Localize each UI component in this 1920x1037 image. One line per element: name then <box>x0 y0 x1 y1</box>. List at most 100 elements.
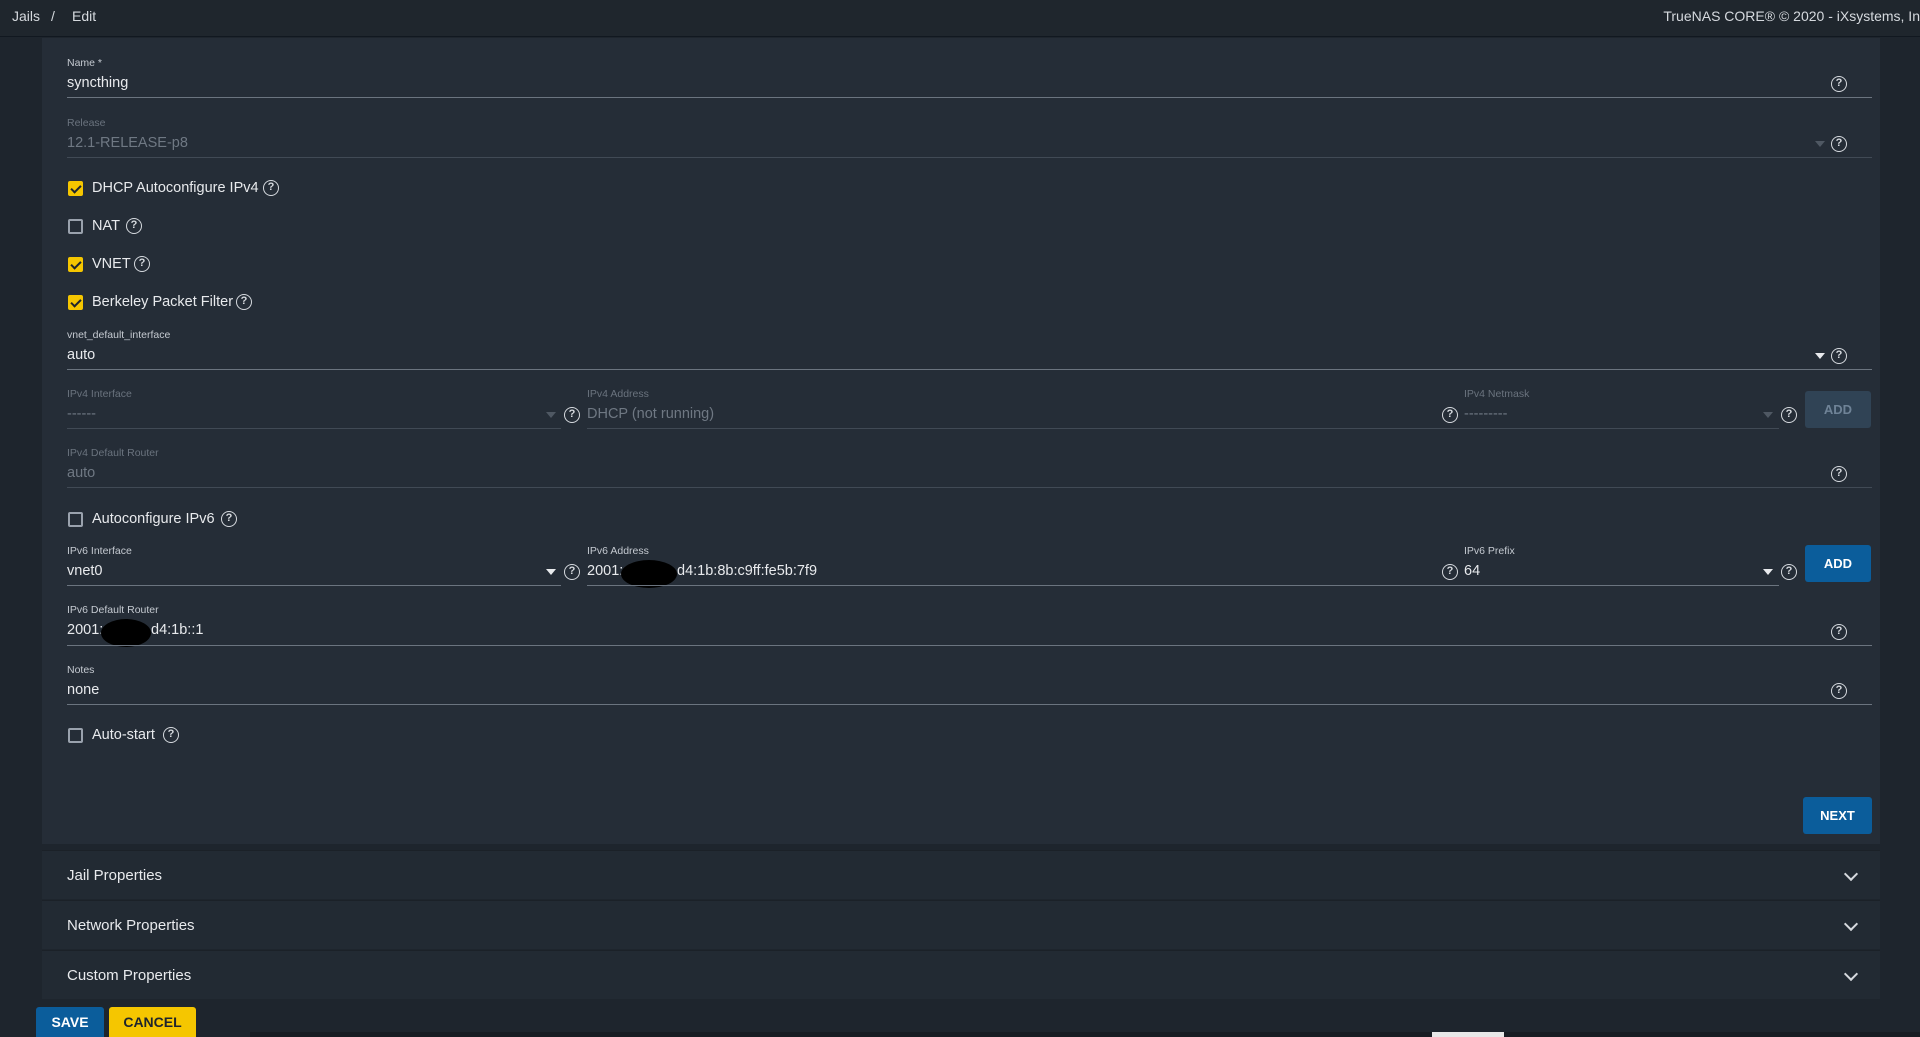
ipv6-prefix-help-icon[interactable]: ? <box>1781 564 1797 580</box>
ipv4-address-label: IPv4 Address <box>587 388 649 400</box>
release-label: Release <box>67 117 106 129</box>
ipv6-default-router-suffix: d4:1b::1 <box>151 622 204 638</box>
nat-checkbox[interactable] <box>68 219 83 234</box>
ipv6-default-router-input[interactable]: 2001: d4:1b::1 <box>67 619 1817 647</box>
ipv6-interface-underline <box>67 585 561 586</box>
ipv6-address-underline <box>587 585 1480 586</box>
ipv4-default-router-help-icon[interactable]: ? <box>1831 466 1847 482</box>
name-input[interactable]: syncthing <box>67 75 128 91</box>
section-title: Jail Properties <box>67 867 163 884</box>
bpf-checkbox[interactable] <box>68 295 83 310</box>
ipv4-netmask-label: IPv4 Netmask <box>1464 388 1530 400</box>
breadcrumb-separator: / <box>51 8 55 24</box>
vnet-label: VNET <box>92 256 131 272</box>
release-select[interactable]: 12.1-RELEASE-p8 <box>67 135 188 151</box>
breadcrumb-jails[interactable]: Jails <box>12 8 40 24</box>
autoconfigure-ipv6-label: Autoconfigure IPv6 <box>92 511 215 527</box>
redaction-mark <box>621 560 677 588</box>
next-button[interactable]: NEXT <box>1803 797 1872 834</box>
ipv6-address-label: IPv6 Address <box>587 545 649 557</box>
section-jail-properties[interactable]: Jail Properties <box>42 850 1880 899</box>
jail-edit-form: Name * syncthing ? Release 12.1-RELEASE-… <box>42 38 1880 844</box>
ipv4-interface-select[interactable]: ------ <box>67 406 96 422</box>
ipv4-address-help-icon[interactable]: ? <box>1442 407 1458 423</box>
ipv6-prefix-caret-down-icon[interactable] <box>1763 569 1773 575</box>
dhcp-checkbox[interactable] <box>68 181 83 196</box>
ipv4-interface-underline <box>67 428 561 429</box>
autoconfigure-ipv6-help-icon[interactable]: ? <box>221 511 237 527</box>
ipv4-netmask-help-icon[interactable]: ? <box>1781 407 1797 423</box>
property-sections: Jail Properties Network Properties Custo… <box>42 850 1880 1000</box>
ipv4-add-button[interactable]: ADD <box>1805 391 1871 428</box>
ipv6-add-button[interactable]: ADD <box>1805 545 1871 582</box>
section-network-properties[interactable]: Network Properties <box>42 900 1880 949</box>
notes-label: Notes <box>67 664 95 676</box>
section-custom-properties[interactable]: Custom Properties <box>42 950 1880 999</box>
copyright-text: TrueNAS CORE® © 2020 - iXsystems, In <box>1663 8 1920 24</box>
dhcp-label: DHCP Autoconfigure IPv4 <box>92 180 259 196</box>
ipv6-interface-help-icon[interactable]: ? <box>564 564 580 580</box>
chevron-down-icon <box>1843 966 1859 982</box>
dhcp-help-icon[interactable]: ? <box>263 180 279 196</box>
ipv4-netmask-select[interactable]: --------- <box>1464 406 1507 422</box>
ipv4-default-router-underline <box>67 487 1872 488</box>
ipv6-address-help-icon[interactable]: ? <box>1442 564 1458 580</box>
chevron-down-icon <box>1843 866 1859 882</box>
ipv4-default-router-label: IPv4 Default Router <box>67 447 159 459</box>
name-help-icon[interactable]: ? <box>1831 76 1847 92</box>
vnet-default-interface-help-icon[interactable]: ? <box>1831 348 1847 364</box>
autostart-help-icon[interactable]: ? <box>163 727 179 743</box>
footer-strip <box>250 1032 1920 1037</box>
section-title: Custom Properties <box>67 967 192 984</box>
bpf-label: Berkeley Packet Filter <box>92 294 234 310</box>
vnet-help-icon[interactable]: ? <box>134 256 150 272</box>
chevron-down-icon <box>1843 916 1859 932</box>
ipv6-prefix-underline <box>1464 585 1779 586</box>
vnet-checkbox[interactable] <box>68 257 83 272</box>
ipv4-interface-help-icon[interactable]: ? <box>564 407 580 423</box>
ipv6-address-input[interactable]: 2001: d4:1b:8b:c9ff:fe5b:7f9 <box>587 560 1480 588</box>
bpf-help-icon[interactable]: ? <box>236 294 252 310</box>
autoconfigure-ipv6-checkbox[interactable] <box>68 512 83 527</box>
ipv6-default-router-help-icon[interactable]: ? <box>1831 624 1847 640</box>
vnet-default-interface-underline <box>67 369 1872 370</box>
breadcrumb-edit: Edit <box>72 8 97 24</box>
cancel-button[interactable]: CANCEL <box>109 1007 196 1037</box>
notes-underline <box>67 704 1872 705</box>
name-underline <box>67 97 1872 98</box>
ipv6-prefix-label: IPv6 Prefix <box>1464 545 1515 557</box>
nat-label: NAT <box>92 218 120 234</box>
vnet-default-interface-caret-down-icon[interactable] <box>1815 353 1825 359</box>
vnet-default-interface-select[interactable]: auto <box>67 347 95 363</box>
footer-white-tab <box>1432 1032 1504 1037</box>
ipv6-interface-caret-down-icon[interactable] <box>546 569 556 575</box>
ipv6-default-router-label: IPv6 Default Router <box>67 604 159 616</box>
vnet-default-interface-label: vnet_default_interface <box>67 329 171 341</box>
ipv6-default-router-underline <box>67 645 1872 646</box>
ipv4-netmask-caret-down-icon <box>1763 412 1773 418</box>
save-button[interactable]: SAVE <box>36 1007 104 1037</box>
autostart-label: Auto-start <box>92 727 155 743</box>
name-label: Name * <box>67 57 103 69</box>
ipv6-interface-select[interactable]: vnet0 <box>67 563 102 579</box>
ipv4-interface-caret-down-icon <box>546 412 556 418</box>
ipv6-address-prefix: 2001: <box>587 563 624 579</box>
nat-help-icon[interactable]: ? <box>126 218 142 234</box>
release-help-icon[interactable]: ? <box>1831 136 1847 152</box>
ipv6-default-router-prefix: 2001: <box>67 622 104 638</box>
redaction-mark <box>101 619 151 647</box>
ipv6-address-suffix: d4:1b:8b:c9ff:fe5b:7f9 <box>677 563 818 579</box>
ipv6-interface-label: IPv6 Interface <box>67 545 132 557</box>
ipv4-address-input[interactable]: DHCP (not running) <box>587 406 714 422</box>
ipv4-interface-label: IPv4 Interface <box>67 388 132 400</box>
release-caret-down-icon <box>1815 141 1825 147</box>
top-bar: Jails / Edit TrueNAS CORE® © 2020 - iXsy… <box>0 0 1920 37</box>
release-underline <box>67 157 1872 158</box>
ipv6-prefix-select[interactable]: 64 <box>1464 563 1480 579</box>
ipv4-address-underline <box>587 428 1480 429</box>
notes-input[interactable]: none <box>67 682 99 698</box>
autostart-checkbox[interactable] <box>68 728 83 743</box>
ipv4-default-router-input[interactable]: auto <box>67 465 95 481</box>
notes-help-icon[interactable]: ? <box>1831 683 1847 699</box>
ipv4-netmask-underline <box>1464 428 1779 429</box>
